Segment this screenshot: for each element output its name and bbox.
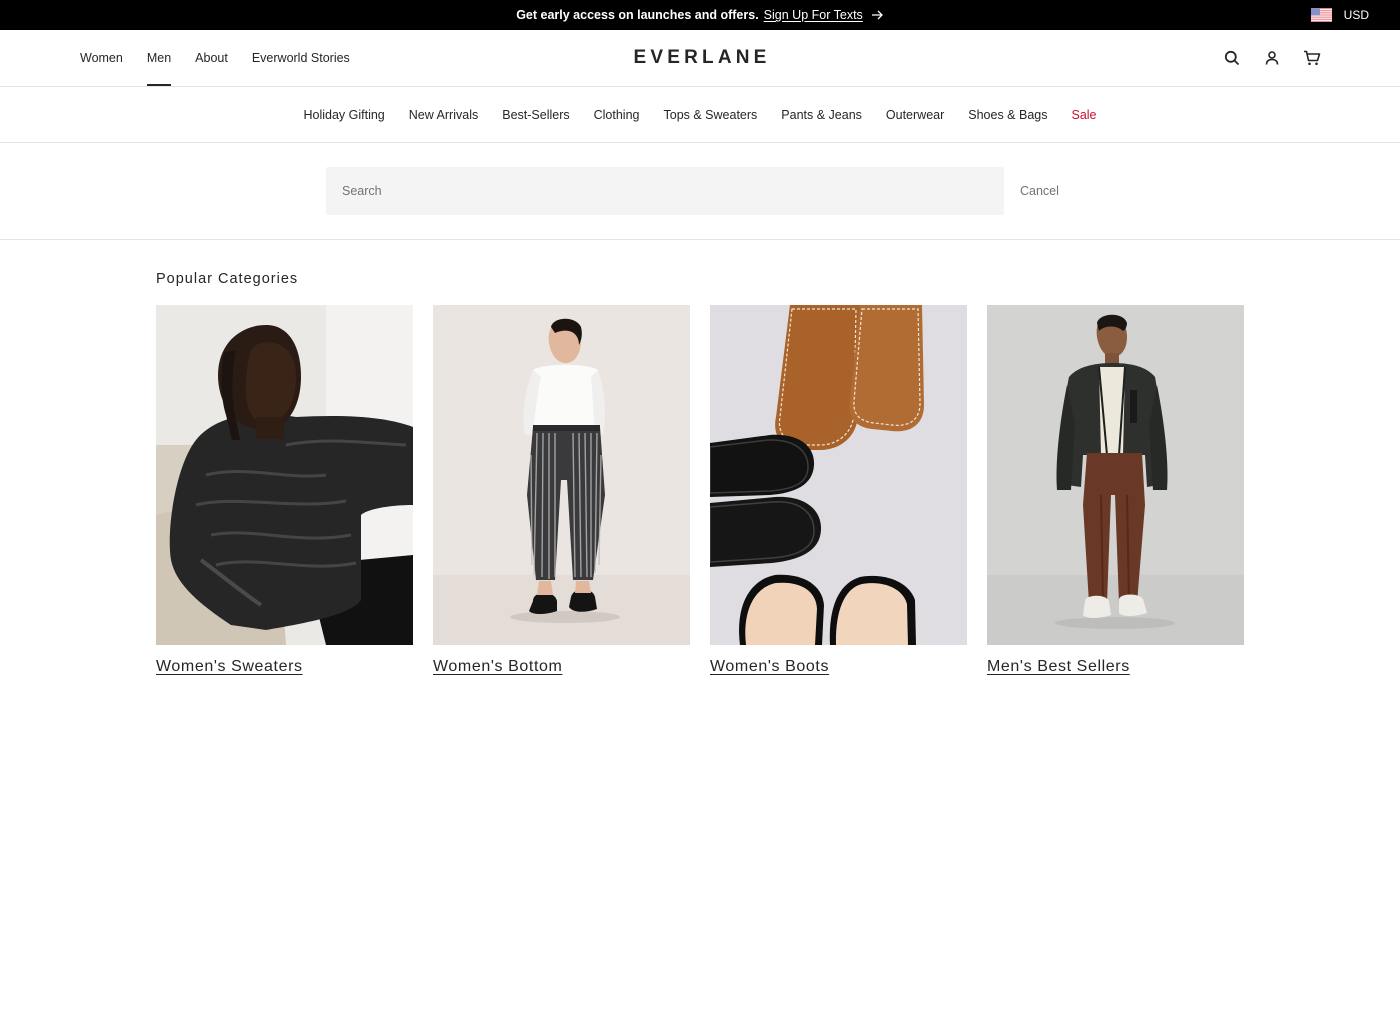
category-holiday-gifting[interactable]: Holiday Gifting — [303, 108, 384, 122]
category-sale[interactable]: Sale — [1071, 108, 1096, 122]
category-card-label[interactable]: Women's Boots — [710, 658, 829, 676]
category-clothing[interactable]: Clothing — [594, 108, 640, 122]
currency-code: USD — [1343, 8, 1369, 22]
category-card-mens-best-sellers[interactable]: Men's Best Sellers — [987, 305, 1244, 676]
category-shoes-bags[interactable]: Shoes & Bags — [968, 108, 1047, 122]
mens-best-sellers-image[interactable] — [987, 305, 1244, 645]
search-panel: Cancel — [0, 143, 1400, 240]
category-card-womens-boots[interactable]: Women's Boots — [710, 305, 967, 676]
category-outerwear[interactable]: Outerwear — [886, 108, 944, 122]
promo-text: Get early access on launches and offers. — [516, 8, 759, 22]
category-card-label[interactable]: Women's Sweaters — [156, 658, 303, 676]
account-icon[interactable] — [1262, 48, 1282, 68]
search-icon[interactable] — [1222, 48, 1242, 68]
site-logo[interactable]: EVERLANE — [0, 30, 1400, 86]
womens-sweaters-image[interactable] — [156, 305, 413, 645]
category-card-label[interactable]: Men's Best Sellers — [987, 658, 1130, 676]
category-card-womens-bottom[interactable]: Women's Bottom — [433, 305, 690, 676]
womens-bottom-image[interactable] — [433, 305, 690, 645]
category-nav: Holiday Gifting New Arrivals Best-Seller… — [0, 87, 1400, 143]
arrow-right-icon[interactable] — [870, 8, 884, 22]
search-input[interactable] — [326, 167, 1004, 215]
us-flag-icon — [1310, 8, 1332, 22]
currency-selector[interactable]: USD — [1310, 0, 1369, 30]
popular-categories-grid: Women's Sweaters Women's Bottom Women's … — [156, 305, 1244, 676]
womens-boots-image[interactable] — [710, 305, 967, 645]
cancel-button[interactable]: Cancel — [1020, 167, 1059, 215]
category-pants-jeans[interactable]: Pants & Jeans — [781, 108, 862, 122]
promo-message: Get early access on launches and offers.… — [0, 0, 1400, 30]
category-card-womens-sweaters[interactable]: Women's Sweaters — [156, 305, 413, 676]
sign-up-texts-link[interactable]: Sign Up For Texts — [764, 8, 863, 22]
promo-bar: Get early access on launches and offers.… — [0, 0, 1400, 30]
header-icons — [1222, 30, 1322, 86]
cart-icon[interactable] — [1302, 48, 1322, 68]
popular-categories-heading: Popular Categories — [156, 271, 299, 287]
category-best-sellers[interactable]: Best-Sellers — [502, 108, 569, 122]
category-tops-sweaters[interactable]: Tops & Sweaters — [664, 108, 758, 122]
category-new-arrivals[interactable]: New Arrivals — [409, 108, 478, 122]
category-card-label[interactable]: Women's Bottom — [433, 658, 562, 676]
site-header: Women Men About Everworld Stories EVERLA… — [0, 30, 1400, 87]
